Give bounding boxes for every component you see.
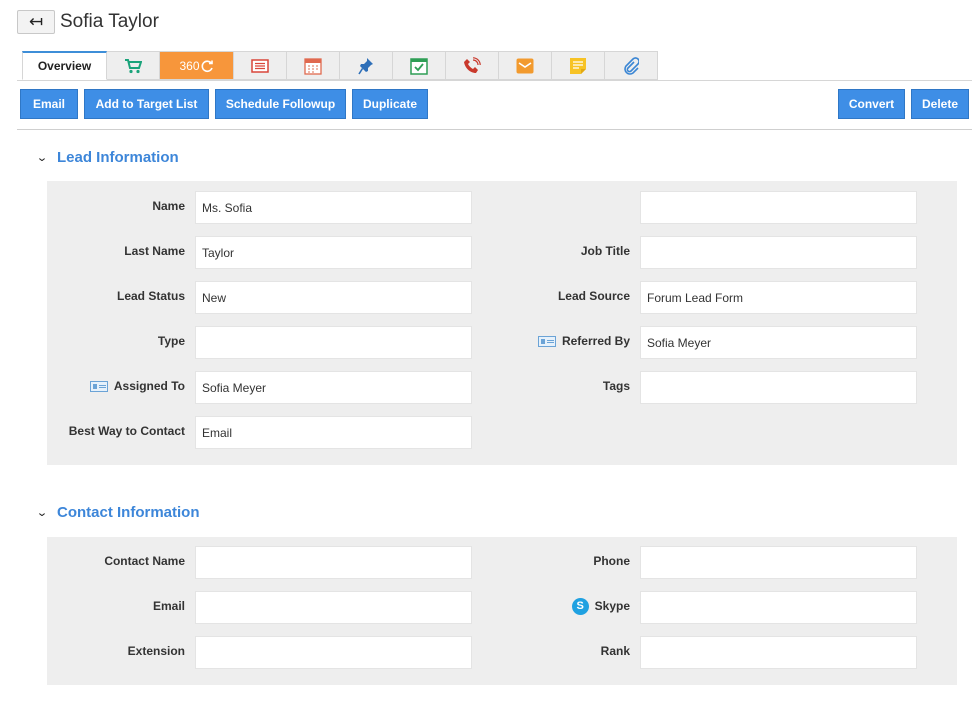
tabs-divider xyxy=(17,80,972,81)
extension-field[interactable] xyxy=(195,636,472,669)
skype-field[interactable] xyxy=(640,591,917,624)
tab-attachments[interactable] xyxy=(605,51,658,80)
skype-label: Skype xyxy=(594,599,630,613)
section-title: Lead Information xyxy=(57,149,179,166)
rank-label: Rank xyxy=(600,644,630,658)
add-to-target-list-button[interactable]: Add to Target List xyxy=(84,89,209,119)
toolbar-divider xyxy=(17,129,972,130)
phone-field[interactable] xyxy=(640,546,917,579)
referred-by-field[interactable]: Sofia Meyer xyxy=(640,326,917,359)
email-label: Email xyxy=(152,599,185,613)
contact-information-panel: Contact Name Phone Email S Skype Extensi… xyxy=(47,537,957,685)
refresh-icon xyxy=(201,59,213,72)
tab-calendar[interactable] xyxy=(287,51,340,80)
extension-label: Extension xyxy=(127,644,185,658)
job-title-label: Job Title xyxy=(580,244,630,258)
tab-bar: Overview 360 xyxy=(22,51,658,80)
name-label: Name xyxy=(152,199,185,213)
type-field[interactable] xyxy=(195,326,472,359)
tab-quotes[interactable] xyxy=(234,51,287,80)
tab-pinned[interactable] xyxy=(340,51,393,80)
referred-by-label: Referred By xyxy=(561,334,630,348)
skype-icon[interactable]: S xyxy=(571,597,589,615)
convert-button[interactable]: Convert xyxy=(838,89,905,119)
last-name-field[interactable]: Taylor xyxy=(195,236,472,269)
calendar-icon xyxy=(304,57,322,75)
mail-icon xyxy=(516,58,534,73)
tab-360-label: 360 xyxy=(179,58,200,73)
type-label: Type xyxy=(157,334,185,348)
assigned-to-label: Assigned To xyxy=(113,379,185,393)
tab-calls[interactable] xyxy=(446,51,499,80)
email-button[interactable]: Email xyxy=(20,89,78,119)
delete-button[interactable]: Delete xyxy=(911,89,969,119)
tab-products[interactable] xyxy=(107,51,160,80)
contact-card-icon[interactable] xyxy=(537,335,556,347)
section-title: Contact Information xyxy=(57,504,200,521)
best-way-to-contact-label: Best Way to Contact xyxy=(68,424,185,438)
contact-card-icon[interactable] xyxy=(89,380,108,392)
job-title-field[interactable] xyxy=(640,236,917,269)
note-icon xyxy=(570,57,586,74)
phone-call-icon xyxy=(464,56,481,73)
paperclip-icon xyxy=(624,56,639,75)
unnamed-field[interactable] xyxy=(640,191,917,224)
lead-status-label: Lead Status xyxy=(116,289,185,303)
tab-notes[interactable] xyxy=(552,51,605,80)
assigned-to-field[interactable]: Sofia Meyer xyxy=(195,371,472,404)
contact-name-label: Contact Name xyxy=(104,554,185,568)
lead-information-panel: Name Ms. Sofia Last Name Taylor Job Titl… xyxy=(47,181,957,465)
email-field[interactable] xyxy=(195,591,472,624)
chevron-down-icon: ⌄ xyxy=(36,507,49,519)
lead-status-field[interactable]: New xyxy=(195,281,472,314)
tab-emails[interactable] xyxy=(499,51,552,80)
assigned-to-label-wrap: Assigned To xyxy=(89,379,185,393)
tab-tasks[interactable] xyxy=(393,51,446,80)
lead-source-label: Lead Source xyxy=(557,289,630,303)
duplicate-button[interactable]: Duplicate xyxy=(352,89,428,119)
schedule-followup-button[interactable]: Schedule Followup xyxy=(215,89,346,119)
contact-name-field[interactable] xyxy=(195,546,472,579)
tags-field[interactable] xyxy=(640,371,917,404)
task-check-icon xyxy=(410,57,428,75)
tab-overview[interactable]: Overview xyxy=(22,51,107,80)
skype-label-wrap: S Skype xyxy=(571,597,630,615)
pin-icon xyxy=(358,57,373,74)
chevron-down-icon: ⌄ xyxy=(36,152,49,164)
lead-source-field[interactable]: Forum Lead Form xyxy=(640,281,917,314)
tab-360[interactable]: 360 xyxy=(160,51,234,80)
referred-by-label-wrap: Referred By xyxy=(537,334,630,348)
back-button[interactable]: ↤ xyxy=(17,10,55,34)
tab-overview-label: Overview xyxy=(37,59,92,73)
best-way-to-contact-field[interactable]: Email xyxy=(195,416,472,449)
name-field[interactable]: Ms. Sofia xyxy=(195,191,472,224)
lead-information-header[interactable]: ⌄ Lead Information xyxy=(36,149,179,166)
cart-icon xyxy=(125,58,142,73)
list-icon xyxy=(251,58,269,73)
contact-information-header[interactable]: ⌄ Contact Information xyxy=(36,504,200,521)
rank-field[interactable] xyxy=(640,636,917,669)
last-name-label: Last Name xyxy=(124,244,185,258)
tags-label: Tags xyxy=(602,379,630,393)
back-arrow-icon: ↤ xyxy=(28,12,44,31)
phone-label: Phone xyxy=(593,554,630,568)
page-title: Sofia Taylor xyxy=(60,11,159,32)
